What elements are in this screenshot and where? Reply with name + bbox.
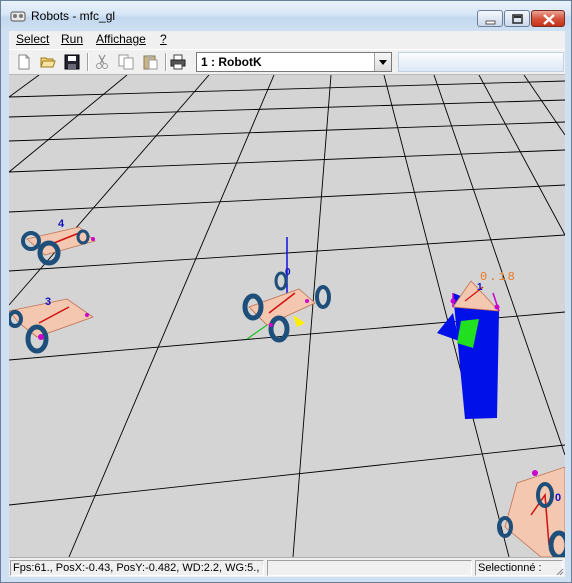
new-icon[interactable] (15, 53, 33, 71)
app-icon (10, 11, 26, 22)
status-info-text: Fps:61., PosX:-0.43, PosY:-0.482, WD:2.2… (13, 562, 264, 574)
minimize-button[interactable] (477, 10, 503, 27)
robot-selected[interactable]: 0 (242, 237, 331, 343)
menu-affichage[interactable]: Affichage (96, 32, 146, 46)
maximize-icon (512, 14, 523, 24)
robot-1-sensors[interactable]: 1 0.18 (437, 270, 517, 419)
status-pane-empty (267, 560, 472, 576)
axis-x-marker (293, 315, 305, 327)
maximize-button[interactable] (504, 10, 530, 27)
menu-help[interactable]: ? (160, 32, 167, 46)
minimize-icon (485, 20, 496, 25)
paste-icon[interactable] (141, 53, 159, 71)
sensor-value-label: 0.18 (480, 270, 517, 284)
toolbar: 1 : RobotK (9, 49, 565, 75)
menu-run[interactable]: Run (61, 32, 83, 46)
open-icon[interactable] (39, 53, 57, 71)
toolbar-separator (165, 53, 167, 71)
status-pane-selected: Selectionné : (475, 560, 563, 576)
robot-selected-label: 0 (285, 267, 291, 278)
robot-0-label: 0 (555, 492, 561, 504)
cut-icon[interactable] (93, 53, 111, 71)
robot-3[interactable]: 3 (9, 296, 94, 354)
robot-0[interactable]: 0 (497, 466, 565, 557)
title-bar[interactable]: Robots - mfc_gl (1, 1, 571, 31)
menu-bar: Select Run Affichage ? (9, 31, 565, 49)
status-selected-label: Selectionné : (478, 562, 542, 574)
robot-select-dropdown-button[interactable] (374, 53, 391, 71)
robot-3-label: 3 (45, 296, 51, 308)
toolbar-empty-panel (398, 52, 564, 72)
close-icon (543, 14, 555, 25)
status-bar: Fps:61., PosX:-0.43, PosY:-0.482, WD:2.2… (9, 557, 565, 577)
robot-select[interactable]: 1 : RobotK (196, 52, 392, 72)
app-window: Robots - mfc_gl Select Run Affichage ? 1… (0, 0, 572, 583)
resize-grip-icon[interactable] (554, 566, 564, 576)
status-pane-info: Fps:61., PosX:-0.43, PosY:-0.482, WD:2.2… (10, 560, 264, 576)
opengl-viewport[interactable]: 4 3 0 1 0.18 0 (9, 75, 565, 557)
window-title: Robots - mfc_gl (31, 9, 116, 23)
close-button[interactable] (531, 10, 565, 27)
copy-icon[interactable] (117, 53, 135, 71)
print-icon[interactable] (169, 53, 187, 71)
scene-canvas: 4 3 0 1 0.18 0 (9, 75, 565, 557)
robot-4[interactable]: 4 (21, 218, 96, 266)
sensor-beam-large (453, 293, 499, 419)
toolbar-separator (87, 53, 89, 71)
robot-select-value: 1 : RobotK (201, 55, 262, 69)
menu-select[interactable]: Select (16, 32, 49, 46)
chevron-down-icon (379, 60, 387, 65)
save-icon[interactable] (63, 53, 81, 71)
robot-4-label: 4 (58, 218, 65, 230)
